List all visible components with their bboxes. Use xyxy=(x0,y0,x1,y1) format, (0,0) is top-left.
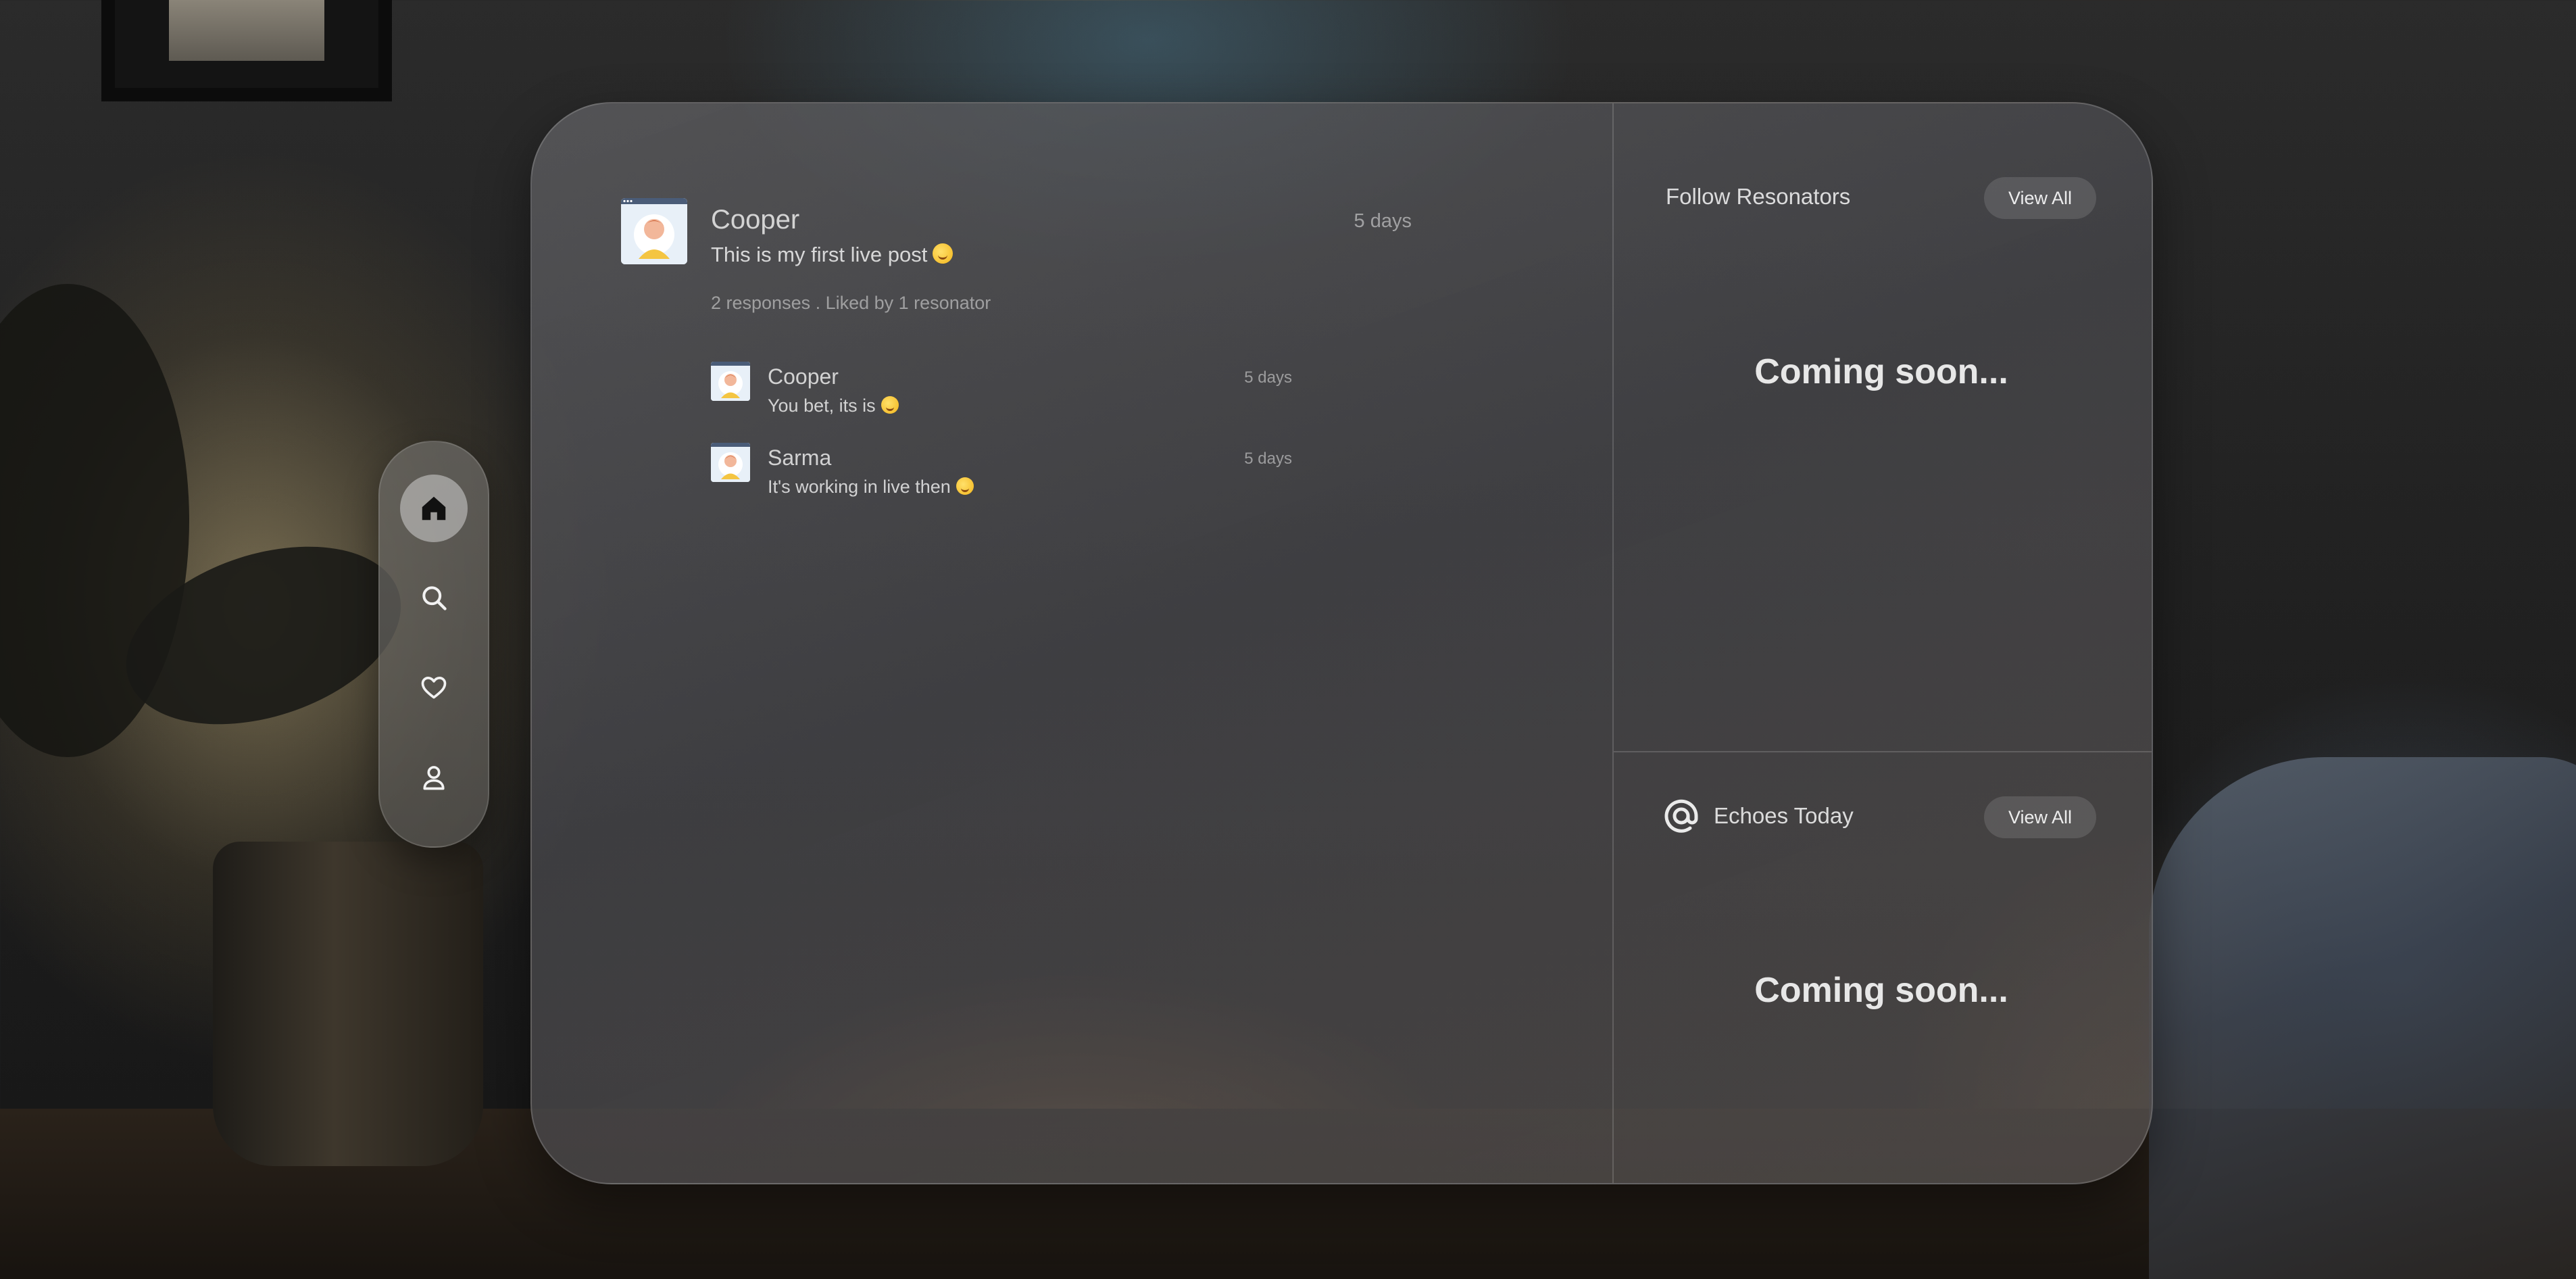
smile-emoji-icon xyxy=(933,243,953,264)
post-meta[interactable]: 2 responses . Liked by 1 resonator xyxy=(711,293,991,314)
follow-resonators-title: Follow Resonators xyxy=(1666,184,1851,209)
avatar[interactable] xyxy=(621,198,687,264)
echoes-today-placeholder: Coming soon... xyxy=(1754,971,2008,1010)
nav-favorites-button[interactable] xyxy=(400,654,468,721)
reply-author[interactable]: Sarma xyxy=(768,445,831,470)
nav-home-button[interactable] xyxy=(400,475,468,542)
echoes-today-title: Echoes Today xyxy=(1714,803,1854,828)
at-sign-icon xyxy=(1664,799,1698,833)
post-text: This is my first live post xyxy=(711,243,953,267)
avatar[interactable] xyxy=(711,362,750,401)
home-icon xyxy=(422,496,446,521)
reply-author[interactable]: Cooper xyxy=(768,364,839,389)
follow-resonators-placeholder: Coming soon... xyxy=(1754,352,2008,391)
main-window: Cooper 5 days This is my first live post… xyxy=(530,102,2153,1184)
post-author[interactable]: Cooper xyxy=(711,205,799,235)
nav-profile-button[interactable] xyxy=(400,744,468,811)
background-chair xyxy=(2149,757,2576,1279)
search-icon xyxy=(422,586,447,610)
column-divider xyxy=(1612,103,1614,1183)
nav-search-button[interactable] xyxy=(400,564,468,631)
heart-icon xyxy=(421,677,447,699)
wink-emoji-icon xyxy=(956,477,974,495)
reply-text: You bet, its is xyxy=(768,395,899,416)
side-nav xyxy=(378,441,489,848)
tongue-emoji-icon xyxy=(881,396,899,414)
avatar[interactable] xyxy=(711,443,750,482)
reply-timestamp: 5 days xyxy=(1244,450,1292,468)
reply-item[interactable]: Sarma 5 days It's working in live then xyxy=(711,443,1292,504)
reply-timestamp: 5 days xyxy=(1244,368,1292,387)
background-plant-pot xyxy=(213,842,483,1166)
post-timestamp: 5 days xyxy=(1354,210,1412,232)
reply-text: It's working in live then xyxy=(768,477,974,498)
reply-item[interactable]: Cooper 5 days You bet, its is xyxy=(711,362,1292,423)
profile-icon xyxy=(423,766,445,790)
echoes-today-view-all-button[interactable]: View All xyxy=(1984,796,2096,838)
follow-resonators-view-all-button[interactable]: View All xyxy=(1984,177,2096,219)
section-divider xyxy=(1614,751,2152,752)
background-picture-frame xyxy=(101,0,392,101)
